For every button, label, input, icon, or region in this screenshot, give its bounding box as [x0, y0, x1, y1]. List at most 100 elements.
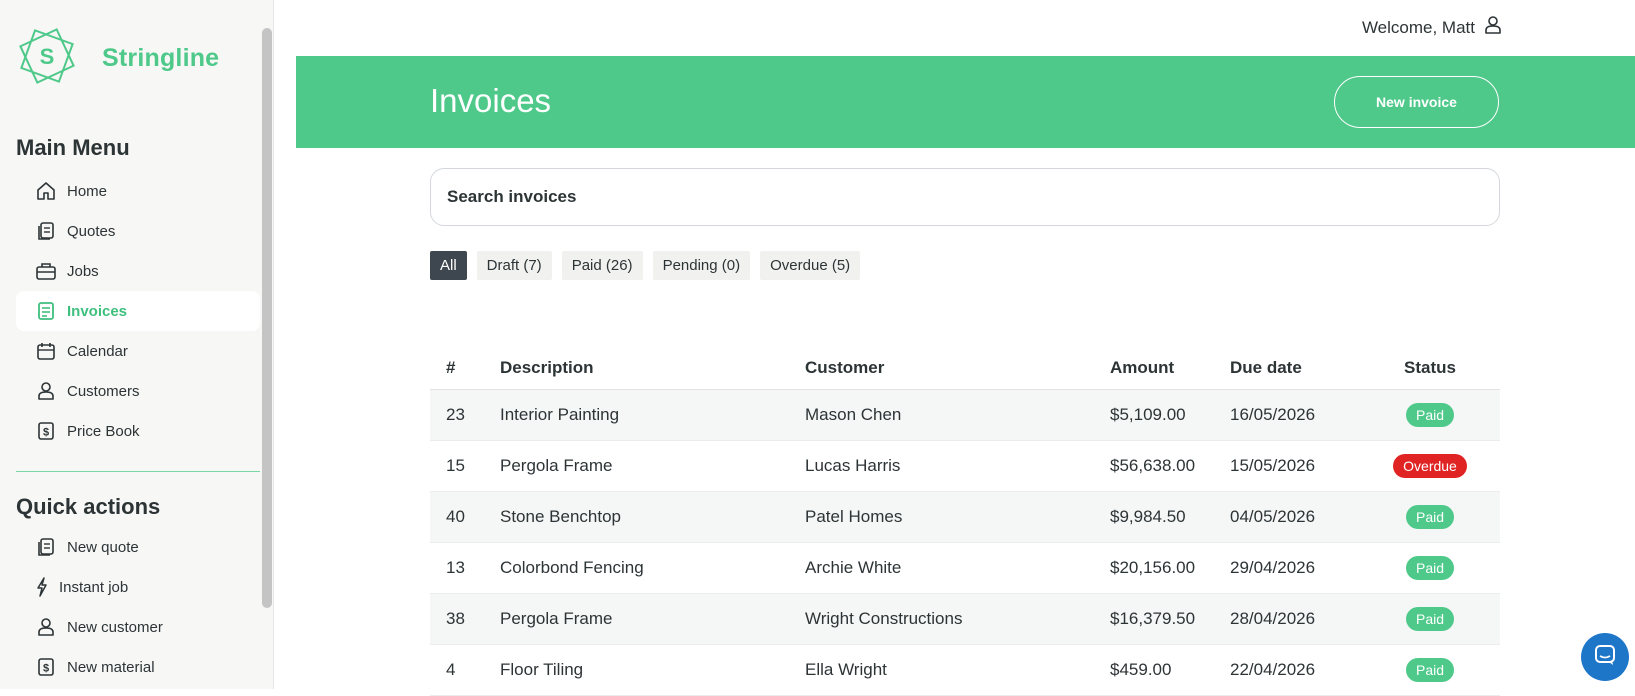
invoice-amount: $9,984.50 [1110, 507, 1186, 526]
invoice-customer: Lucas Harris [805, 456, 901, 475]
invoice-description: Colorbond Fencing [500, 558, 644, 577]
lightning-icon [35, 576, 49, 598]
dollar-doc-icon: $ [35, 420, 57, 442]
status-badge: Paid [1405, 505, 1455, 529]
quotes-icon [35, 220, 57, 242]
svg-text:$: $ [43, 663, 49, 675]
quick-action-label: New quote [67, 538, 139, 556]
column-header-due-date[interactable]: Due date [1230, 358, 1360, 378]
quick-action-label: New customer [67, 618, 163, 636]
main-menu: Home Quotes Jobs Invoices Calendar Custo… [16, 171, 260, 451]
user-icon [1483, 15, 1503, 40]
invoice-description: Interior Painting [500, 405, 620, 424]
quick-action-new-customer[interactable]: New customer [16, 607, 260, 647]
quotes-icon [35, 536, 57, 558]
sidebar: S Stringline Main Menu Home Quotes Jobs [0, 0, 274, 689]
invoice-amount: $56,638.00 [1110, 456, 1196, 475]
user-menu[interactable]: Welcome, Matt [1362, 15, 1503, 40]
sidebar-item-home[interactable]: Home [16, 171, 260, 211]
status-badge: Paid [1405, 658, 1455, 682]
invoice-number: 38 [446, 609, 465, 628]
sidebar-item-label: Customers [67, 382, 140, 400]
sidebar-item-label: Invoices [67, 302, 128, 320]
invoice-due-date: 28/04/2026 [1230, 609, 1316, 628]
filter-all[interactable]: All [430, 251, 467, 280]
sidebar-item-label: Price Book [67, 422, 140, 440]
quick-actions-menu: New quote Instant job New customer $ New… [16, 527, 260, 687]
sidebar-item-label: Calendar [67, 342, 128, 360]
filter-overdue[interactable]: Overdue (5) [760, 251, 861, 280]
filter-tabs: All Draft (7) Paid (26) Pending (0) Over… [430, 251, 870, 280]
sidebar-item-label: Jobs [67, 262, 99, 280]
status-badge: Paid [1405, 403, 1455, 427]
quick-action-label: New material [67, 658, 155, 676]
sidebar-item-label: Quotes [67, 222, 116, 240]
main-menu-title: Main Menu [16, 135, 130, 160]
user-icon [35, 616, 57, 638]
table-row[interactable]: 15 Pergola Frame Lucas Harris $56,638.00… [430, 441, 1500, 492]
status-badge: Paid [1405, 556, 1455, 580]
filter-paid[interactable]: Paid (26) [561, 251, 643, 280]
invoice-number: 15 [446, 456, 465, 475]
invoice-number: 23 [446, 405, 465, 424]
invoice-number: 40 [446, 507, 465, 526]
svg-text:$: $ [43, 427, 49, 439]
status-badge: Paid [1405, 607, 1455, 631]
invoices-table: # Description Customer Amount Due date S… [430, 347, 1500, 696]
column-header-customer[interactable]: Customer [805, 358, 1110, 378]
invoice-amount: $20,156.00 [1110, 558, 1196, 577]
svg-text:S: S [40, 44, 55, 69]
invoice-icon [35, 300, 57, 322]
sidebar-item-quotes[interactable]: Quotes [16, 211, 260, 251]
brand-name: Stringline [102, 44, 220, 72]
status-badge: Overdue [1393, 454, 1467, 478]
invoice-description: Pergola Frame [500, 456, 613, 475]
dollar-doc-icon: $ [35, 656, 57, 678]
column-header-status[interactable]: Status [1360, 358, 1500, 378]
page-title: Invoices [430, 82, 552, 119]
invoice-due-date: 04/05/2026 [1230, 507, 1316, 526]
sidebar-item-price-book[interactable]: $ Price Book [16, 411, 260, 451]
quick-action-new-quote[interactable]: New quote [16, 527, 260, 567]
invoice-customer: Patel Homes [805, 507, 903, 526]
chat-icon [1593, 643, 1617, 672]
sidebar-scrollbar[interactable] [262, 28, 272, 608]
invoice-description: Pergola Frame [500, 609, 613, 628]
invoice-due-date: 22/04/2026 [1230, 660, 1316, 679]
sidebar-item-invoices[interactable]: Invoices [16, 291, 260, 331]
invoice-due-date: 29/04/2026 [1230, 558, 1316, 577]
invoice-due-date: 15/05/2026 [1230, 456, 1316, 475]
filter-pending[interactable]: Pending (0) [652, 251, 751, 280]
sidebar-item-label: Home [67, 182, 108, 200]
table-header: # Description Customer Amount Due date S… [430, 347, 1500, 390]
chat-launcher-button[interactable] [1581, 633, 1629, 681]
search-input[interactable] [430, 168, 1500, 226]
invoice-customer: Archie White [805, 558, 902, 577]
table-row[interactable]: 40 Stone Benchtop Patel Homes $9,984.50 … [430, 492, 1500, 543]
sidebar-item-customers[interactable]: Customers [16, 371, 260, 411]
home-icon [35, 180, 57, 202]
table-row[interactable]: 4 Floor Tiling Ella Wright $459.00 22/04… [430, 645, 1500, 696]
quick-action-new-material[interactable]: $ New material [16, 647, 260, 687]
briefcase-icon [35, 260, 57, 282]
column-header-amount[interactable]: Amount [1110, 358, 1230, 378]
welcome-text: Welcome, Matt [1361, 17, 1475, 37]
invoice-description: Stone Benchtop [500, 507, 621, 526]
sidebar-divider [16, 471, 260, 472]
table-row[interactable]: 13 Colorbond Fencing Archie White $20,15… [430, 543, 1500, 594]
user-icon [35, 380, 57, 402]
quick-actions-title: Quick actions [16, 494, 161, 519]
filter-draft[interactable]: Draft (7) [476, 251, 552, 280]
table-row[interactable]: 38 Pergola Frame Wright Constructions $1… [430, 594, 1500, 645]
brand[interactable]: S Stringline [16, 25, 219, 92]
sidebar-item-jobs[interactable]: Jobs [16, 251, 260, 291]
invoice-number: 4 [446, 660, 456, 679]
quick-action-instant-job[interactable]: Instant job [16, 567, 260, 607]
quick-action-label: Instant job [59, 578, 129, 596]
sidebar-item-calendar[interactable]: Calendar [16, 331, 260, 371]
new-invoice-button[interactable]: New invoice [1334, 76, 1499, 128]
column-header-number[interactable]: # [430, 358, 500, 378]
column-header-description[interactable]: Description [500, 358, 805, 378]
invoice-amount: $459.00 [1110, 660, 1172, 679]
table-row[interactable]: 23 Interior Painting Mason Chen $5,109.0… [430, 390, 1500, 441]
